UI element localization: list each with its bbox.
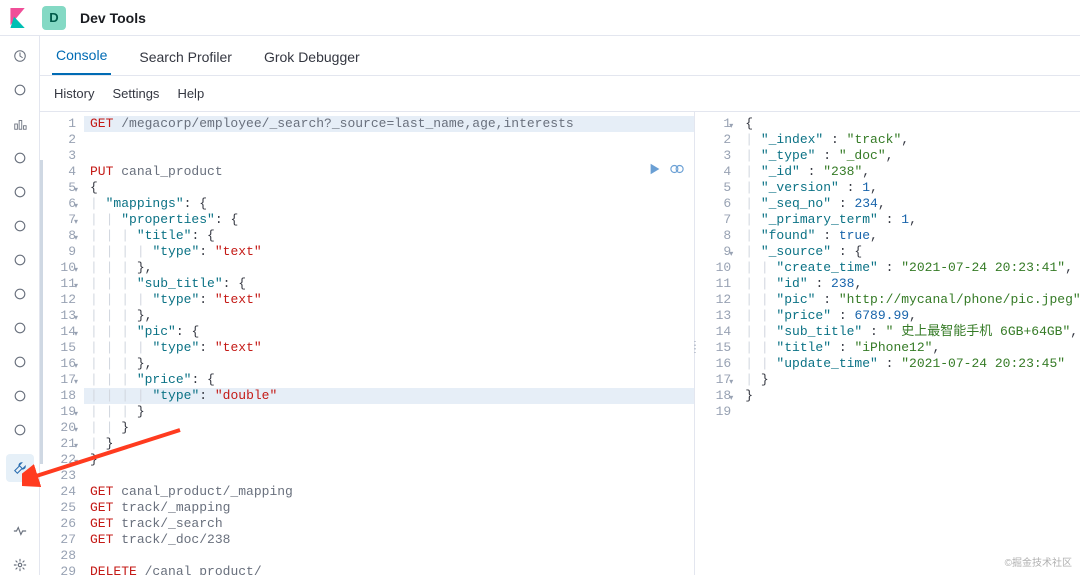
code-line[interactable]: GET track/_doc/238 xyxy=(90,532,688,548)
code-line[interactable]: { xyxy=(90,180,688,196)
left-sidebar xyxy=(0,36,40,575)
code-line[interactable] xyxy=(90,548,688,564)
code-line[interactable]: | | | "sub_title": { xyxy=(90,276,688,292)
response-viewer[interactable]: {| "_index" : "track",| "_type" : "_doc"… xyxy=(739,112,1080,575)
heartbeat-icon[interactable] xyxy=(10,521,30,541)
code-line[interactable]: | "_primary_term" : 1, xyxy=(745,212,1074,228)
code-line[interactable]: | | | | "type": "text" xyxy=(90,244,688,260)
code-line[interactable]: | | | }, xyxy=(90,260,688,276)
code-line[interactable]: | | "pic" : "http://mycanal/phone/pic.jp… xyxy=(745,292,1074,308)
response-pane[interactable]: 12345678910111213141516171819 {| "_index… xyxy=(695,112,1080,575)
code-line[interactable] xyxy=(90,468,688,484)
code-line[interactable]: | "_index" : "track", xyxy=(745,132,1074,148)
code-line[interactable]: | | | }, xyxy=(90,356,688,372)
code-line[interactable]: DELETE /canal_product/ xyxy=(90,564,688,575)
app-badge: D xyxy=(42,6,66,30)
code-line[interactable]: | } xyxy=(90,436,688,452)
tab-console[interactable]: Console xyxy=(52,47,111,75)
link-icon[interactable] xyxy=(10,352,30,372)
code-line[interactable]: { xyxy=(745,116,1074,132)
code-line[interactable]: GET canal_product/_mapping xyxy=(90,484,688,500)
code-line[interactable]: | "_version" : 1, xyxy=(745,180,1074,196)
request-gutter: 1234567891011121314151617181920212223242… xyxy=(40,112,84,575)
code-line[interactable]: | | | | "type": "double" xyxy=(84,388,694,404)
app-title: Dev Tools xyxy=(80,10,146,26)
request-actions xyxy=(648,162,686,178)
code-line[interactable]: } xyxy=(90,452,688,468)
code-line[interactable]: | } xyxy=(745,372,1074,388)
run-request-icon[interactable] xyxy=(648,162,664,178)
tab-search-profiler[interactable]: Search Profiler xyxy=(135,49,236,75)
compass-icon[interactable] xyxy=(10,80,30,100)
wrench-icon[interactable] xyxy=(6,454,34,482)
subtab-settings[interactable]: Settings xyxy=(112,86,159,101)
tab-bar: Console Search Profiler Grok Debugger xyxy=(40,36,1080,76)
request-editor[interactable]: GET /megacorp/employee/_search?_source=l… xyxy=(84,112,694,575)
bar-chart-icon[interactable] xyxy=(10,114,30,134)
code-line[interactable]: } xyxy=(745,388,1074,404)
watermark: ©掘金技术社区 xyxy=(1005,554,1072,569)
code-line[interactable]: | | "properties": { xyxy=(90,212,688,228)
code-line[interactable]: | "found" : true, xyxy=(745,228,1074,244)
tab-grok-debugger[interactable]: Grok Debugger xyxy=(260,49,364,75)
sub-tab-bar: History Settings Help xyxy=(40,76,1080,112)
subtab-history[interactable]: History xyxy=(54,86,94,101)
code-line[interactable]: | | "create_time" : "2021-07-24 20:23:41… xyxy=(745,260,1074,276)
subtab-help[interactable]: Help xyxy=(177,86,204,101)
response-gutter: 12345678910111213141516171819 xyxy=(695,112,739,575)
code-line[interactable] xyxy=(90,132,688,148)
code-line[interactable]: | "_id" : "238", xyxy=(745,164,1074,180)
location-icon[interactable] xyxy=(10,216,30,236)
code-line[interactable]: | | "price" : 6789.99, xyxy=(745,308,1074,324)
code-line[interactable]: | | | "title": { xyxy=(90,228,688,244)
request-pane[interactable]: 1234567891011121314151617181920212223242… xyxy=(40,112,695,575)
metric-icon[interactable] xyxy=(10,148,30,168)
code-line[interactable]: | | | }, xyxy=(90,308,688,324)
dashboard-icon[interactable] xyxy=(10,182,30,202)
code-line[interactable]: | | "sub_title" : " 史上最智能手机 6GB+64GB", xyxy=(745,324,1074,340)
editor-split: 1234567891011121314151617181920212223242… xyxy=(40,112,1080,575)
rss-icon[interactable] xyxy=(10,420,30,440)
code-line[interactable]: | | | } xyxy=(90,404,688,420)
code-line[interactable]: PUT canal_product xyxy=(90,164,688,180)
active-request-marker xyxy=(40,160,43,464)
code-line[interactable]: | | "title" : "iPhone12", xyxy=(745,340,1074,356)
code-line[interactable]: | | | | "type": "text" xyxy=(90,340,688,356)
user-icon[interactable] xyxy=(10,284,30,304)
code-line[interactable]: | "mappings": { xyxy=(90,196,688,212)
code-line[interactable]: | | | "price": { xyxy=(90,372,688,388)
code-line[interactable] xyxy=(745,404,1074,420)
code-line[interactable]: | | "update_time" : "2021-07-24 20:23:45… xyxy=(745,356,1074,372)
graph-icon[interactable] xyxy=(10,250,30,270)
pane-resize-handle[interactable]: ⋮⋮ xyxy=(690,344,700,372)
gear-icon[interactable] xyxy=(10,555,30,575)
code-line[interactable]: | "_type" : "_doc", xyxy=(745,148,1074,164)
code-line[interactable]: | | | "pic": { xyxy=(90,324,688,340)
code-line[interactable]: | | "id" : 238, xyxy=(745,276,1074,292)
clock-icon[interactable] xyxy=(10,46,30,66)
top-bar: D Dev Tools xyxy=(0,0,1080,36)
tool-icon[interactable] xyxy=(10,318,30,338)
code-line[interactable]: | "_seq_no" : 234, xyxy=(745,196,1074,212)
rotate-icon[interactable] xyxy=(10,386,30,406)
kibana-logo-icon xyxy=(10,8,28,28)
request-options-icon[interactable] xyxy=(670,162,686,178)
code-line[interactable]: | | } xyxy=(90,420,688,436)
code-line[interactable]: | | | | "type": "text" xyxy=(90,292,688,308)
code-line[interactable]: | "_source" : { xyxy=(745,244,1074,260)
code-line[interactable]: GET /megacorp/employee/_search?_source=l… xyxy=(84,116,694,132)
code-line[interactable]: GET track/_search xyxy=(90,516,688,532)
code-line[interactable]: GET track/_mapping xyxy=(90,500,688,516)
code-line[interactable] xyxy=(90,148,688,164)
